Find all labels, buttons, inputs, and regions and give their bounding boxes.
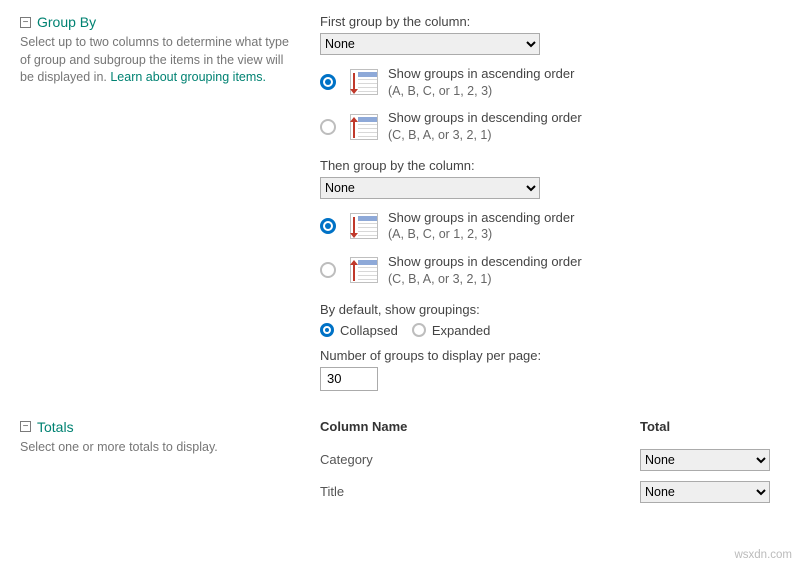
section-group-by: − Group By Select up to two columns to d… — [20, 14, 780, 391]
col-name-header: Column Name — [320, 419, 640, 444]
collapse-icon[interactable]: − — [20, 17, 31, 28]
default-groupings-label: By default, show groupings: — [320, 302, 780, 317]
expanded-label[interactable]: Expanded — [432, 323, 491, 338]
total-select-title[interactable]: None — [640, 481, 770, 503]
total-select-category[interactable]: None — [640, 449, 770, 471]
sort-desc-icon — [350, 114, 378, 140]
groups-per-page-input[interactable] — [320, 367, 378, 391]
collapsed-radio[interactable] — [320, 323, 334, 337]
first-group-label: First group by the column: — [320, 14, 780, 29]
sort-desc-icon — [350, 257, 378, 283]
first-group-desc-radio[interactable] — [320, 119, 336, 135]
totals-right: Column Name Total Category None Title No… — [320, 419, 780, 508]
table-row: Title None — [320, 476, 780, 508]
totals-left: − Totals Select one or more totals to di… — [20, 419, 320, 457]
totals-desc: Select one or more totals to display. — [20, 439, 300, 457]
total-row-name: Title — [320, 476, 640, 508]
then-group-asc-radio[interactable] — [320, 218, 336, 234]
collapsed-label[interactable]: Collapsed — [340, 323, 398, 338]
group-by-title: Group By — [37, 14, 96, 30]
then-group-desc-row[interactable]: Show groups in descending order (C, B, A… — [320, 253, 780, 287]
then-group-select[interactable]: None — [320, 177, 540, 199]
collapse-icon[interactable]: − — [20, 421, 31, 432]
learn-grouping-link[interactable]: Learn about grouping items. — [110, 70, 266, 84]
then-group-asc-row[interactable]: Show groups in ascending order (A, B, C,… — [320, 209, 780, 243]
group-by-right: First group by the column: None Show gro… — [320, 14, 780, 391]
group-by-left: − Group By Select up to two columns to d… — [20, 14, 320, 87]
then-group-desc-radio[interactable] — [320, 262, 336, 278]
total-header: Total — [640, 419, 780, 444]
first-group-select[interactable]: None — [320, 33, 540, 55]
first-group-asc-row[interactable]: Show groups in ascending order (A, B, C,… — [320, 65, 780, 99]
first-group-asc-radio[interactable] — [320, 74, 336, 90]
watermark: wsxdn.com — [734, 549, 792, 561]
section-totals: − Totals Select one or more totals to di… — [20, 419, 780, 508]
then-group-label: Then group by the column: — [320, 158, 780, 173]
sort-asc-icon — [350, 69, 378, 95]
sort-asc-icon — [350, 213, 378, 239]
first-group-desc-row[interactable]: Show groups in descending order (C, B, A… — [320, 109, 780, 143]
per-page-label: Number of groups to display per page: — [320, 348, 780, 363]
totals-table: Column Name Total Category None Title No… — [320, 419, 780, 508]
total-row-name: Category — [320, 444, 640, 476]
table-row: Category None — [320, 444, 780, 476]
expanded-radio[interactable] — [412, 323, 426, 337]
group-by-desc: Select up to two columns to determine wh… — [20, 34, 300, 87]
totals-title: Totals — [37, 419, 74, 435]
